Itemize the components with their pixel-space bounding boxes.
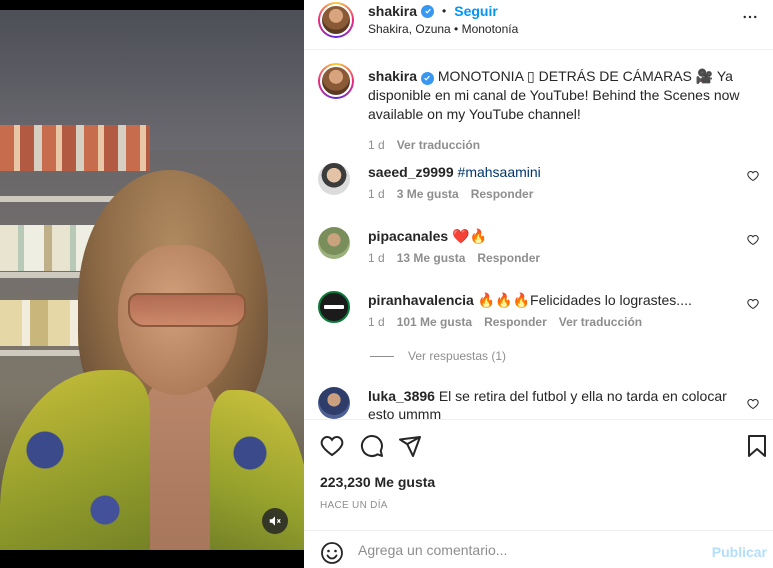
send-icon[interactable] xyxy=(398,434,422,463)
person-sunglasses xyxy=(128,293,246,327)
comment-meta: 1 d 101 Me gusta Responder Ver traducció… xyxy=(368,315,642,329)
follow-button[interactable]: Seguir xyxy=(454,3,498,19)
translate-link[interactable]: Ver traducción xyxy=(397,138,480,152)
post-header: shakira • Seguir Shakira, Ozuna • Monoto… xyxy=(304,0,773,50)
hashtag-link[interactable]: #mahsaamini xyxy=(458,164,541,180)
comment-body: 🔥🔥🔥Felicidades lo lograstes.... xyxy=(477,292,692,308)
caption-age: 1 d xyxy=(368,138,385,152)
verified-badge-icon xyxy=(421,4,435,18)
avatar[interactable] xyxy=(318,387,350,419)
comment-input[interactable] xyxy=(358,539,698,561)
comment-composer: Publicar xyxy=(304,530,773,568)
author-username[interactable]: shakira xyxy=(368,3,417,19)
comment-age: 1 d xyxy=(368,187,385,201)
person-neck xyxy=(140,380,220,550)
translate-link[interactable]: Ver traducción xyxy=(559,315,642,329)
store-shelf-products xyxy=(0,125,150,171)
comment-text: pipacanales ❤️🔥 xyxy=(368,227,748,245)
likes-count[interactable]: 223,230 Me gusta xyxy=(320,474,435,490)
avatar[interactable] xyxy=(318,2,354,38)
list-item: saeed_z9999 #mahsaamini 1 d 3 Me gusta R… xyxy=(318,163,773,213)
comments-list[interactable]: shakira MONOTONIA ▯ DETRÁS DE CÁMARAS 🎥 … xyxy=(304,51,773,419)
bookmark-icon[interactable] xyxy=(746,434,768,463)
comment-username[interactable]: saeed_z9999 xyxy=(368,164,454,180)
list-item: luka_3896 El se retira del futbol y ella… xyxy=(318,387,773,419)
avatar[interactable] xyxy=(318,291,350,323)
heart-icon[interactable] xyxy=(320,434,344,463)
video-frame[interactable] xyxy=(0,10,304,550)
heart-icon[interactable] xyxy=(747,233,759,251)
verified-badge-icon xyxy=(420,71,434,85)
piranha-logo-icon xyxy=(324,305,344,309)
comment-username[interactable]: piranhavalencia xyxy=(368,292,474,308)
heart-icon[interactable] xyxy=(747,169,759,187)
comment-body: ❤️🔥 xyxy=(452,228,487,244)
caption-username[interactable]: shakira xyxy=(368,68,417,84)
heart-icon[interactable] xyxy=(747,297,759,315)
person-jacket xyxy=(210,390,304,550)
view-replies-label: Ver respuestas (1) xyxy=(408,349,507,363)
comment-meta: 1 d 3 Me gusta Responder xyxy=(368,187,533,201)
person-jacket xyxy=(0,370,150,550)
audio-attribution[interactable]: Shakira, Ozuna • Monotonía xyxy=(368,22,518,36)
comment-text: saeed_z9999 #mahsaamini xyxy=(368,163,748,181)
avatar[interactable] xyxy=(318,227,350,259)
comment-likes[interactable]: 101 Me gusta xyxy=(397,315,472,329)
publish-button[interactable]: Publicar xyxy=(712,544,767,560)
reply-button[interactable]: Responder xyxy=(477,251,540,265)
avatar[interactable] xyxy=(318,163,350,195)
post-panel: shakira • Seguir Shakira, Ozuna • Monoto… xyxy=(304,0,773,568)
reply-button[interactable]: Responder xyxy=(484,315,547,329)
post-timestamp[interactable]: HACE UN DÍA xyxy=(320,500,388,511)
comment-text: luka_3896 El se retira del futbol y ella… xyxy=(368,387,748,419)
comment-meta: 1 d 13 Me gusta Responder xyxy=(368,251,540,265)
emoji-icon[interactable] xyxy=(320,541,344,568)
comment-age: 1 d xyxy=(368,315,385,329)
comment-likes[interactable]: 3 Me gusta xyxy=(397,187,459,201)
post-media[interactable] xyxy=(0,0,304,568)
replies-line xyxy=(370,355,394,357)
list-item: piranhavalencia 🔥🔥🔥Felicidades lo logras… xyxy=(318,291,773,341)
comment-age: 1 d xyxy=(368,251,385,265)
separator-dot: • xyxy=(442,4,447,18)
avatar[interactable] xyxy=(318,63,354,99)
audio-muted-icon[interactable] xyxy=(262,508,288,534)
more-horizontal-icon[interactable] xyxy=(741,8,759,31)
comment-text: piranhavalencia 🔥🔥🔥Felicidades lo logras… xyxy=(368,291,748,309)
post-author-line: shakira • Seguir xyxy=(368,3,498,19)
comment-icon[interactable] xyxy=(360,434,384,463)
comment-likes[interactable]: 13 Me gusta xyxy=(397,251,466,265)
view-replies-button[interactable]: Ver respuestas (1) xyxy=(370,349,506,363)
caption-meta: 1 d Ver traducción xyxy=(368,138,480,152)
reply-button[interactable]: Responder xyxy=(471,187,534,201)
caption-text: shakira MONOTONIA ▯ DETRÁS DE CÁMARAS 🎥 … xyxy=(368,67,740,124)
comment-username[interactable]: luka_3896 xyxy=(368,388,435,404)
heart-icon[interactable] xyxy=(747,397,759,415)
post-actions: 223,230 Me gusta HACE UN DÍA xyxy=(304,419,773,529)
list-item: pipacanales ❤️🔥 1 d 13 Me gusta Responde… xyxy=(318,227,773,277)
comment-username[interactable]: pipacanales xyxy=(368,228,448,244)
